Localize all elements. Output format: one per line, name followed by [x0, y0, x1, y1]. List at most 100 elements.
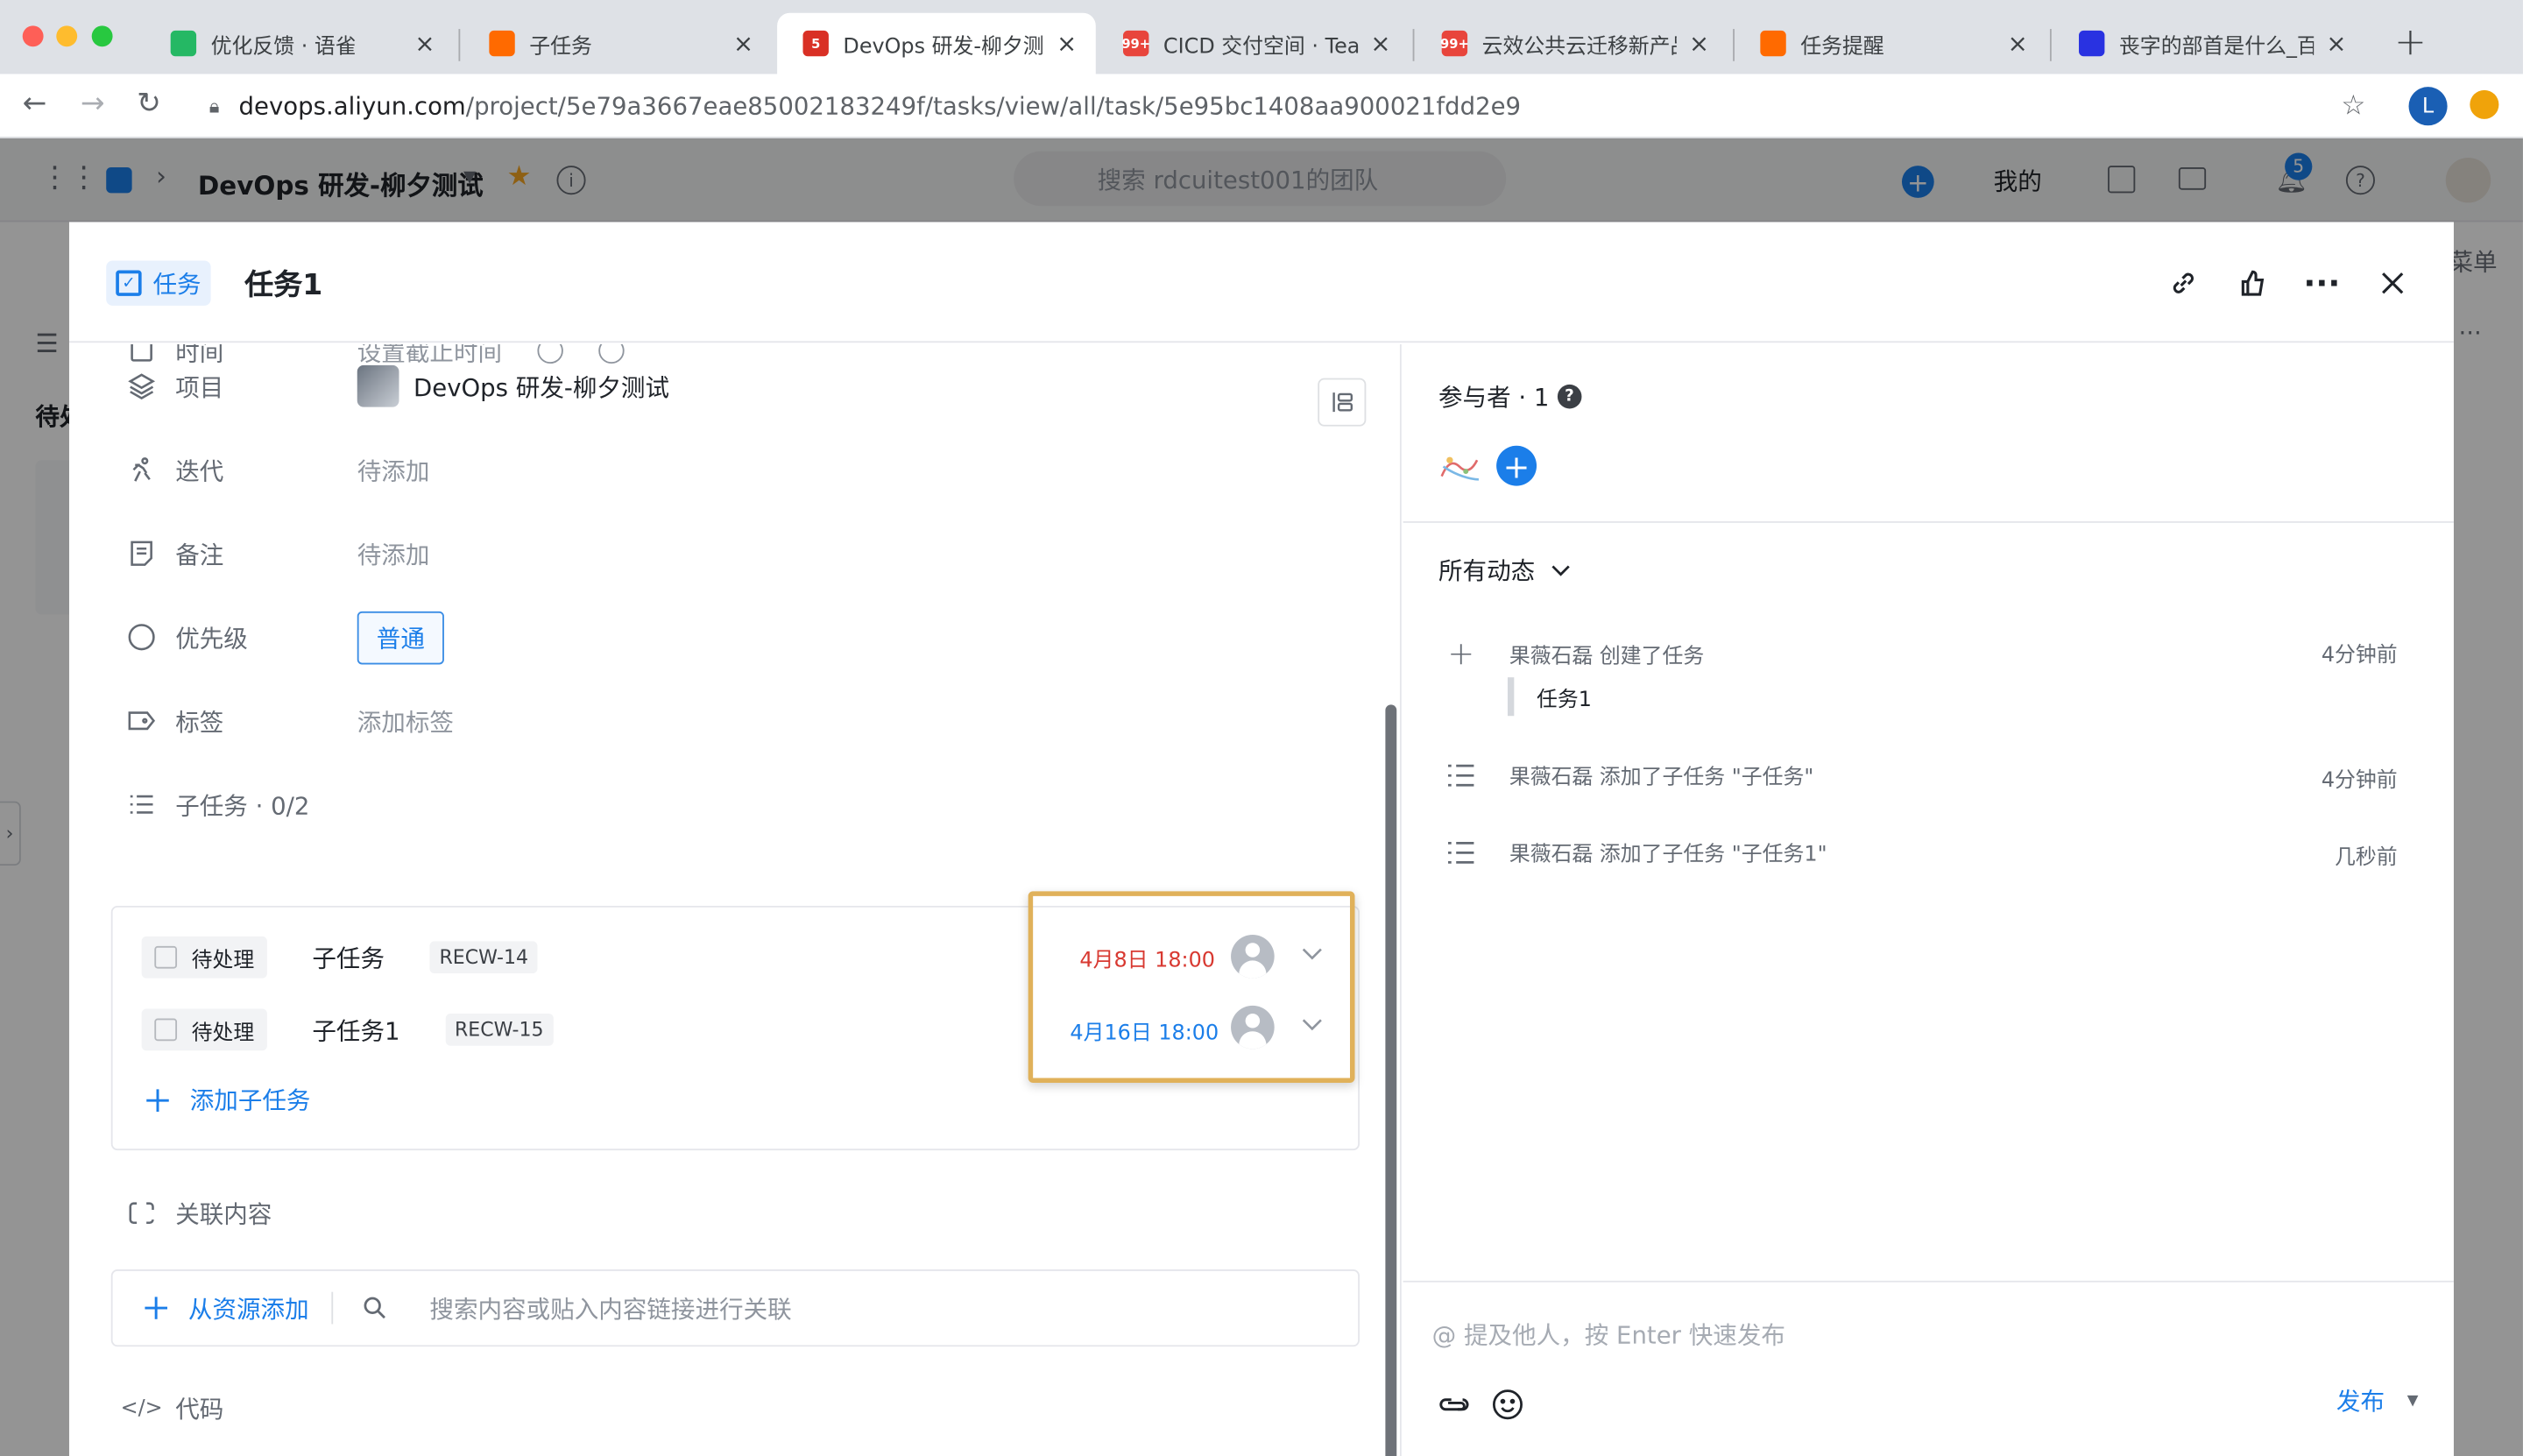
bookmark-star-icon[interactable]: ☆ — [2341, 90, 2365, 123]
activity-filter-label: 所有动态 — [1438, 556, 1536, 586]
task-type-badge[interactable]: ✓ 任务 — [106, 260, 211, 306]
field-priority: 优先级 普通 — [127, 610, 444, 664]
activity-text: 果薇石磊 创建了任务 — [1509, 644, 1705, 669]
subtask-status[interactable]: 待处理 — [141, 936, 267, 979]
iteration-value[interactable]: 待添加 — [357, 453, 430, 487]
subtask-row[interactable]: 待处理 子任务1 RECW-15 — [141, 1008, 554, 1051]
profile-avatar[interactable]: L — [2408, 87, 2448, 126]
help-icon[interactable]: ? — [1557, 384, 1582, 409]
scrollbar[interactable] — [1385, 704, 1397, 1456]
new-tab-icon[interactable]: + — [2394, 19, 2427, 64]
project-avatar — [357, 364, 399, 407]
plus-icon — [145, 1297, 168, 1319]
project-value[interactable]: DevOps 研发-柳夕测试 — [413, 369, 669, 403]
modal-header: ✓ 任务 任务1 ··· — [68, 222, 2454, 343]
browser-tab[interactable]: 99+ 云效公共云迁移新产品 × — [1416, 13, 1728, 74]
alarm-icon[interactable] — [598, 344, 625, 364]
like-icon[interactable] — [2230, 261, 2275, 306]
publish-label: 发布 — [2336, 1387, 2385, 1417]
tab-close-icon[interactable]: × — [1054, 29, 1079, 58]
activity-item: 果薇石磊 添加了子任务 "子任务1" — [1442, 837, 1827, 867]
task-title[interactable]: 任务1 — [244, 262, 322, 304]
activity-time: 4分钟前 — [2321, 643, 2398, 668]
teambition-icon: 99+ — [1121, 30, 1150, 57]
priority-tag[interactable]: 普通 — [357, 610, 444, 664]
window-close-button[interactable] — [22, 25, 44, 47]
caret-down-icon[interactable]: ▼ — [2407, 1392, 2419, 1408]
activity-time: 4分钟前 — [2321, 768, 2398, 794]
address-bar[interactable]: 🔒︎ devops.aliyun.com/project/5e79a3667ea… — [209, 82, 2398, 131]
activity-time: 几秒前 — [2335, 845, 2398, 871]
forward-icon[interactable]: → — [81, 87, 105, 121]
tab-close-icon[interactable]: × — [1686, 29, 1712, 58]
reload-icon[interactable]: ↻ — [137, 87, 161, 121]
field-code: </> 代码 — [120, 1389, 357, 1427]
subtask-name[interactable]: 子任务 — [312, 940, 385, 974]
layout-toggle-button[interactable] — [1318, 378, 1367, 427]
chevron-down-icon — [1551, 564, 1570, 576]
participants-label: 参与者 · 1 — [1438, 383, 1550, 413]
activity-panel: 参与者 · 1 ? + 所有动态 + 果薇石磊 创建了任务 4分钟前 任务1 果… — [1403, 344, 2454, 1456]
window-minimize-button[interactable] — [56, 25, 78, 47]
screen: 优化反馈 · 语雀 × 子任务 × 5 DevOps 研发-柳夕测试 × 99+… — [0, 0, 2523, 1456]
code-icon: </> — [120, 1396, 163, 1420]
task-type-label: 任务 — [152, 269, 201, 299]
browser-tab[interactable]: 子任务 × — [463, 13, 773, 74]
activity-filter-dropdown[interactable]: 所有动态 — [1438, 554, 1571, 588]
participant-avatar[interactable] — [1437, 444, 1481, 488]
add-subtask-button[interactable]: 添加子任务 — [146, 1083, 311, 1117]
related-search-input[interactable]: 搜索内容或贴入内容链接进行关联 — [362, 1291, 792, 1325]
emoji-icon[interactable] — [1490, 1387, 1525, 1422]
browser-tab[interactable]: 99+ CICD 交付空间 · Teambition × — [1098, 13, 1410, 74]
related-search-placeholder: 搜索内容或贴入内容链接进行关联 — [429, 1294, 792, 1324]
task-fields-panel: 时间 设置截止时间 项目 DevOps 研发-柳夕测试 迭代 待添加 备注 待添… — [69, 344, 1402, 1456]
add-from-resource-button[interactable]: 从资源添加 — [113, 1291, 309, 1325]
task-detail-modal: ✓ 任务 任务1 ··· 时间 设置截止时间 项目 DevOps 研发-柳夕测试… — [68, 222, 2454, 1456]
field-project: 项目 DevOps 研发-柳夕测试 — [127, 364, 669, 407]
add-participant-button[interactable]: + — [1496, 445, 1537, 486]
note-value[interactable]: 待添加 — [357, 536, 430, 570]
tab-title: CICD 交付空间 · Teambition — [1163, 34, 1358, 60]
close-icon[interactable] — [2370, 261, 2414, 306]
list-icon — [127, 790, 156, 819]
tag-icon — [127, 706, 156, 735]
divider — [331, 1291, 334, 1325]
subtask-code: RECW-15 — [444, 1013, 554, 1046]
due-time-value[interactable]: 设置截止时间 — [357, 344, 502, 368]
tab-title: 丧字的部首是什么_百度 — [2118, 34, 2314, 60]
link-icon[interactable] — [2161, 261, 2206, 306]
subtask-row[interactable]: 待处理 子任务 RECW-14 — [141, 936, 539, 979]
field-note: 备注 待添加 — [127, 534, 429, 573]
more-icon[interactable]: ··· — [2300, 261, 2344, 306]
subtask-status[interactable]: 待处理 — [141, 1008, 267, 1051]
field-label: 时间 — [175, 344, 224, 366]
tab-close-icon[interactable]: × — [412, 29, 437, 58]
tab-close-icon[interactable]: × — [2005, 29, 2031, 58]
url-host: devops.aliyun.com — [238, 91, 466, 121]
browser-tab[interactable]: 丧字的部首是什么_百度 × — [2053, 13, 2365, 74]
browser-tab[interactable]: 优化反馈 · 语雀 × — [145, 13, 454, 74]
yuque-icon — [170, 30, 197, 57]
tab-close-icon[interactable]: × — [1368, 29, 1393, 58]
clock-icon[interactable] — [537, 344, 563, 364]
comment-input[interactable]: @ 提及他人，按 Enter 快速发布 — [1432, 1318, 1785, 1352]
extension-icon[interactable] — [2470, 89, 2499, 119]
tab-close-icon[interactable]: × — [731, 29, 756, 58]
activity-item: + 果薇石磊 创建了任务 — [1442, 634, 1705, 673]
tab-title: DevOps 研发-柳夕测试 — [843, 34, 1045, 60]
priority-circle-icon — [127, 623, 156, 652]
calendar-icon — [127, 344, 156, 365]
subtask-checkbox[interactable] — [154, 1018, 178, 1042]
browser-tab-active[interactable]: 5 DevOps 研发-柳夕测试 × — [777, 12, 1096, 74]
subtask-checkbox[interactable] — [154, 945, 178, 969]
add-tag-link[interactable]: 添加标签 — [357, 703, 454, 738]
task-checkbox-icon: ✓ — [116, 270, 142, 296]
tab-separator — [2049, 29, 2052, 61]
attachment-icon[interactable] — [1437, 1387, 1472, 1422]
publish-button[interactable]: 发布 ▼ — [2336, 1383, 2419, 1417]
back-icon[interactable]: ← — [23, 87, 47, 121]
tab-close-icon[interactable]: × — [2323, 29, 2349, 58]
window-zoom-button[interactable] — [91, 25, 113, 47]
subtask-name[interactable]: 子任务1 — [312, 1013, 399, 1047]
browser-tab[interactable]: 任务提醒 × — [1735, 13, 2046, 74]
